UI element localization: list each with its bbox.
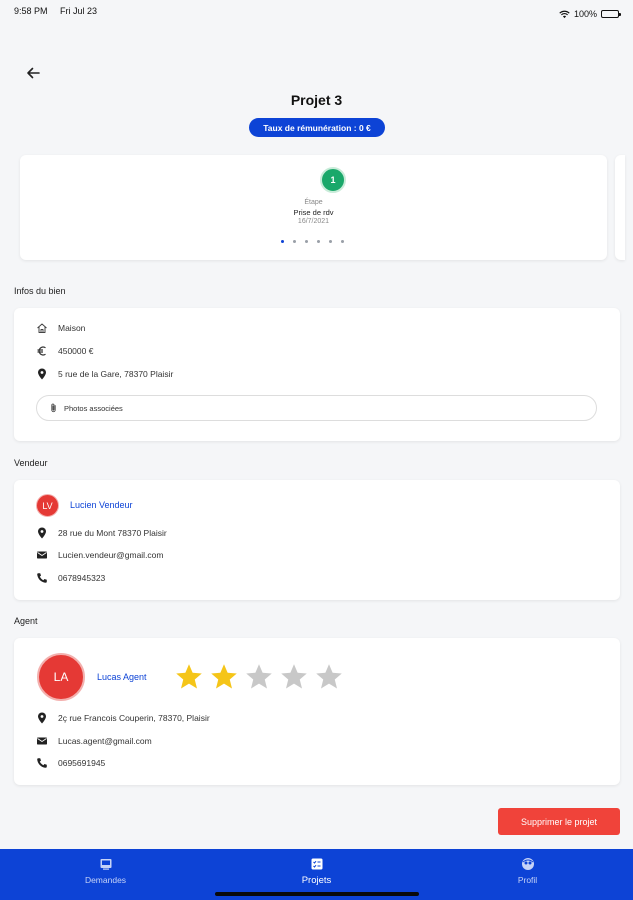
star-filled-icon[interactable]: [174, 662, 204, 692]
remuneration-badge: Taux de rémunération : 0 €: [249, 118, 385, 137]
agent-email: Lucas.agent@gmail.com: [58, 736, 152, 746]
carousel-pagination[interactable]: [281, 240, 344, 243]
agent-address: 2ç rue Francois Couperin, 78370, Plaisir: [58, 713, 210, 723]
bottom-tab-bar: Demandes Projets Profil: [0, 849, 633, 900]
agent-phone: 0695691945: [58, 758, 106, 768]
agent-phone-row[interactable]: 0695691945: [36, 757, 105, 769]
star-empty-icon[interactable]: [314, 662, 344, 692]
home-icon: [37, 323, 47, 333]
property-type-row: Maison: [36, 322, 85, 334]
agent-card: LA Lucas Agent 2ç rue Francois Couperin,…: [14, 638, 620, 785]
seller-avatar: LV: [36, 494, 59, 517]
tab-label: Profil: [517, 875, 538, 885]
photos-button[interactable]: Photos associées: [36, 395, 597, 421]
property-type: Maison: [58, 323, 86, 333]
status-date: Fri Jul 23: [60, 6, 98, 16]
property-address-row: 5 rue de la Gare, 78370 Plaisir: [36, 368, 173, 380]
step-number-badge: 1: [320, 167, 346, 193]
tab-profil[interactable]: Profil: [422, 849, 633, 900]
carousel-dot[interactable]: [317, 240, 320, 243]
tab-label: Projets: [301, 875, 332, 886]
battery-percent: 100%: [573, 9, 597, 19]
agent-address-row: 2ç rue Francois Couperin, 78370, Plaisir: [36, 712, 210, 724]
phone-icon: [37, 758, 47, 768]
home-indicator: [215, 892, 419, 896]
step-date: 16/7/2021: [297, 218, 330, 225]
section-label-agent: Agent: [14, 616, 38, 626]
tab-demandes[interactable]: Demandes: [0, 849, 211, 900]
next-step-card[interactable]: [615, 155, 625, 260]
email-icon: [37, 737, 47, 745]
agent-email-row[interactable]: Lucas.agent@gmail.com: [36, 735, 152, 747]
location-pin-icon: [38, 712, 46, 724]
arrow-left-icon: [27, 67, 40, 79]
seller-card: LV Lucien Vendeur 28 rue du Mont 78370 P…: [14, 480, 620, 600]
carousel-dot[interactable]: [281, 240, 284, 243]
projects-icon: [311, 858, 322, 870]
carousel-dot[interactable]: [305, 240, 308, 243]
status-bar: 9:58 PM Fri Jul 23 100%: [0, 0, 633, 22]
star-filled-icon[interactable]: [209, 662, 239, 692]
agent-rating[interactable]: [174, 662, 344, 692]
delete-project-button[interactable]: Supprimer le projet: [498, 808, 620, 835]
steps-carousel[interactable]: 1 Étape Prise de rdv 16/7/2021: [20, 155, 607, 260]
phone-icon: [37, 573, 47, 583]
attachment-icon: [51, 403, 56, 413]
agent-name-link[interactable]: Lucas Agent: [97, 672, 147, 682]
location-pin-icon: [38, 368, 46, 380]
battery-icon: [601, 10, 621, 18]
profile-icon: [521, 858, 534, 870]
tab-label: Demandes: [84, 875, 127, 885]
property-price-row: 450000 €: [36, 345, 93, 357]
star-empty-icon[interactable]: [279, 662, 309, 692]
seller-phone: 0678945323: [58, 573, 106, 583]
carousel-dot[interactable]: [293, 240, 296, 243]
property-price: 450000 €: [58, 346, 94, 356]
agent-avatar: LA: [37, 653, 85, 701]
location-pin-icon: [38, 527, 46, 539]
seller-email-row[interactable]: Lucien.vendeur@gmail.com: [36, 549, 164, 561]
euro-icon: [37, 346, 46, 356]
step-name: Prise de rdv: [293, 208, 334, 217]
section-label-vendeur: Vendeur: [14, 458, 48, 468]
wifi-icon: [559, 10, 570, 18]
carousel-dot[interactable]: [329, 240, 332, 243]
seller-email: Lucien.vendeur@gmail.com: [58, 550, 164, 560]
inbox-icon: [100, 859, 111, 870]
email-icon: [37, 551, 47, 559]
step-caption: Étape: [304, 199, 323, 206]
back-button[interactable]: [22, 62, 44, 84]
seller-phone-row[interactable]: 0678945323: [36, 572, 105, 584]
section-label-bien: Infos du bien: [14, 286, 66, 296]
status-time: 9:58 PM: [14, 6, 48, 16]
seller-name-link[interactable]: Lucien Vendeur: [70, 500, 133, 510]
seller-address-row: 28 rue du Mont 78370 Plaisir: [36, 527, 167, 539]
page-title: Projet 3: [290, 92, 343, 108]
photos-button-label: Photos associées: [64, 403, 123, 413]
carousel-dot[interactable]: [341, 240, 344, 243]
property-address: 5 rue de la Gare, 78370 Plaisir: [58, 369, 174, 379]
property-card: Maison 450000 € 5 rue de la Gare, 78370 …: [14, 308, 620, 441]
star-empty-icon[interactable]: [244, 662, 274, 692]
seller-address: 28 rue du Mont 78370 Plaisir: [58, 528, 167, 538]
